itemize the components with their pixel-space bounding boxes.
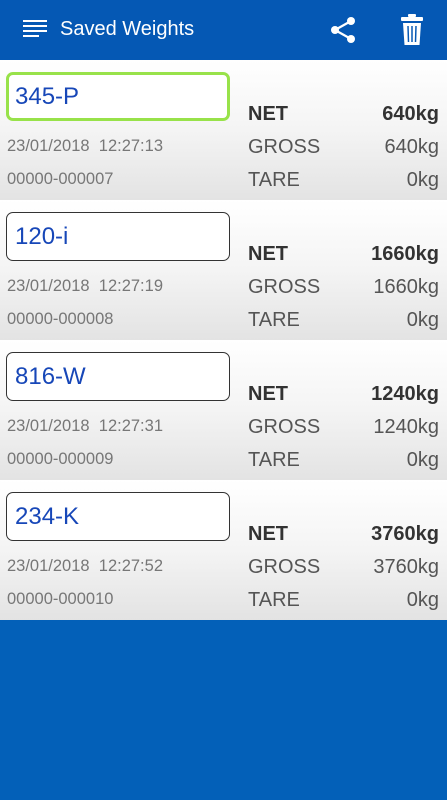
- gross-value: 1240kg: [373, 416, 439, 438]
- record-time: 12:27:52: [98, 557, 163, 575]
- record-date: 23/01/2018: [7, 557, 90, 575]
- net-value: 1660kg: [371, 243, 439, 265]
- record-date: 23/01/2018: [7, 417, 90, 435]
- ticket-number: 00000-000010: [7, 590, 114, 608]
- gross-label: GROSS: [248, 416, 321, 438]
- app-bar: Saved Weights: [0, 0, 447, 60]
- net-value: 1240kg: [371, 383, 439, 405]
- tare-label: TARE: [248, 449, 300, 471]
- net-value: 3760kg: [371, 523, 439, 545]
- net-value: 640kg: [382, 103, 439, 125]
- ticket-number: 00000-000009: [7, 450, 114, 468]
- menu-icon[interactable]: [23, 20, 47, 40]
- gross-value: 3760kg: [373, 556, 439, 578]
- saved-weights-list: 345-P 23/01/2018 12:27:13 00000-000007 N…: [0, 60, 447, 620]
- gross-label: GROSS: [248, 276, 321, 298]
- gross-label: GROSS: [248, 556, 321, 578]
- net-label: NET: [248, 383, 288, 405]
- record-time: 12:27:19: [98, 277, 163, 295]
- tare-label: TARE: [248, 169, 300, 191]
- tare-value: 0kg: [406, 169, 439, 191]
- net-label: NET: [248, 103, 288, 125]
- ticket-number: 00000-000007: [7, 170, 114, 188]
- vehicle-id-field[interactable]: 345-P: [6, 72, 230, 121]
- gross-value: 640kg: [384, 136, 440, 158]
- record-datetime: 23/01/2018 12:27:13: [7, 137, 163, 156]
- record-datetime: 23/01/2018 12:27:52: [7, 557, 163, 576]
- share-icon[interactable]: [329, 16, 357, 44]
- list-item[interactable]: 120-i 23/01/2018 12:27:19 00000-000008 N…: [0, 200, 447, 340]
- gross-value: 1660kg: [373, 276, 439, 298]
- record-time: 12:27:13: [98, 137, 163, 155]
- record-time: 12:27:31: [98, 417, 163, 435]
- record-date: 23/01/2018: [7, 277, 90, 295]
- vehicle-id-field[interactable]: 816-W: [6, 352, 230, 401]
- gross-label: GROSS: [248, 136, 321, 158]
- tare-value: 0kg: [406, 309, 439, 331]
- vehicle-id-field[interactable]: 120-i: [6, 212, 230, 261]
- net-label: NET: [248, 243, 288, 265]
- tare-value: 0kg: [406, 589, 439, 611]
- tare-label: TARE: [248, 589, 300, 611]
- list-item[interactable]: 234-K 23/01/2018 12:27:52 00000-000010 N…: [0, 480, 447, 620]
- record-date: 23/01/2018: [7, 137, 90, 155]
- list-item[interactable]: 345-P 23/01/2018 12:27:13 00000-000007 N…: [0, 60, 447, 200]
- record-datetime: 23/01/2018 12:27:19: [7, 277, 163, 296]
- page-title: Saved Weights: [60, 18, 195, 40]
- net-label: NET: [248, 523, 288, 545]
- trash-icon[interactable]: [400, 14, 424, 46]
- vehicle-id-field[interactable]: 234-K: [6, 492, 230, 541]
- list-item[interactable]: 816-W 23/01/2018 12:27:31 00000-000009 N…: [0, 340, 447, 480]
- ticket-number: 00000-000008: [7, 310, 114, 328]
- tare-label: TARE: [248, 309, 300, 331]
- record-datetime: 23/01/2018 12:27:31: [7, 417, 163, 436]
- tare-value: 0kg: [406, 449, 439, 471]
